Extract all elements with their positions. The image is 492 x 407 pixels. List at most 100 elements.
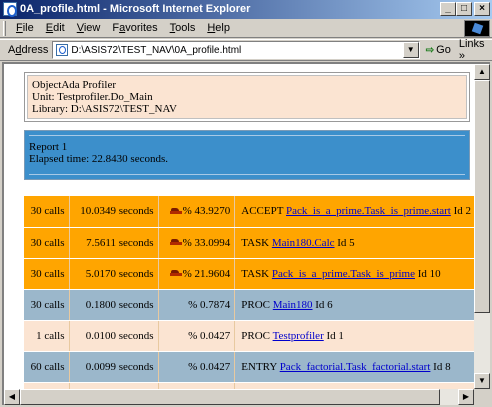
profile-table: 30 calls 10.0349 seconds% 43.9270 ACCEPT P… (24, 196, 474, 389)
elapsed-seconds: 7.5611 seconds (69, 227, 159, 259)
unit-name-cell: TASK Pack_is_a_prime.Task_is_prime Id 10 (234, 258, 474, 290)
title-bar: 0A_profile.html - Microsoft Internet Exp… (0, 0, 492, 19)
unit-kind: ACCEPT (241, 205, 287, 218)
unit-name-cell: TASK Main180.Calc Id 5 (234, 227, 474, 259)
percent-cell: % 21.9604 (158, 258, 236, 290)
car-icon (169, 270, 182, 277)
menu-file[interactable]: File (10, 22, 40, 34)
vertical-scrollbar[interactable]: ▲ ▼ (474, 64, 490, 389)
minimize-button[interactable]: _ (440, 2, 456, 16)
report-elapsed: Elapsed time: 22.8430 seconds. (29, 153, 169, 165)
unit-link[interactable]: Testprofiler (273, 330, 324, 342)
unit-link[interactable]: Main180 (273, 299, 313, 311)
call-count: 30 calls (24, 289, 70, 321)
address-value[interactable]: D:\ASIS72\TEST_NAV\0A_profile.html (71, 45, 241, 56)
percent-value: % 0.7874 (188, 298, 231, 311)
call-count: 30 calls (24, 227, 70, 259)
profile-row: 30 calls 10.0349 seconds% 43.9270 ACCEPT P… (24, 196, 474, 228)
menu-tools[interactable]: Tools (164, 22, 202, 34)
profile-row: 60 calls 0.0099 seconds% 0.0427 ENTRY Pack… (24, 351, 474, 383)
unit-id: Id 2 (450, 205, 471, 218)
percent-value: % 43.9270 (182, 205, 231, 218)
unit-name-cell: ACCEPT Pack_is_a_prime.Task_is_prime.sta… (234, 196, 474, 228)
browser-viewport: ObjectAda Profiler Unit: Testprofiler.Do… (2, 62, 490, 405)
percent-cell: % 0.0000 (158, 382, 236, 389)
scrollbar-corner (474, 389, 490, 405)
profiler-info-box: ObjectAda Profiler Unit: Testprofiler.Do… (24, 72, 470, 122)
horizontal-scroll-thumb[interactable] (20, 389, 440, 405)
unit-link[interactable]: Pack_is_a_prime.Task_is_prime (272, 268, 415, 280)
go-arrow-icon: ⇨ (425, 44, 435, 56)
percent-cell: % 33.0994 (158, 227, 236, 259)
elapsed-seconds: 10.0349 seconds (69, 196, 159, 228)
unit-kind: PROC (241, 329, 273, 342)
call-count: 30 calls (24, 258, 70, 290)
go-label: Go (436, 44, 451, 56)
unit-id: Id 1 (323, 329, 344, 342)
maximize-button[interactable]: □ (456, 2, 472, 16)
unit-link[interactable]: Main180.Calc (272, 237, 335, 249)
profile-row: 30 calls 7.5611 seconds% 33.0994 TASK Main… (24, 227, 474, 259)
profiler-library: Library: D:\ASIS72\TEST_NAV (32, 103, 177, 115)
profile-row: 1 calls 0.0100 seconds% 0.0427 PROC Testpr… (24, 320, 474, 352)
unit-kind: PROC (241, 298, 273, 311)
unit-link[interactable]: Pack_factorial.Task_factorial.start (280, 361, 431, 373)
address-label: Address (8, 44, 49, 56)
unit-link[interactable]: Pack_is_a_prime.Task_is_prime.start (286, 205, 451, 217)
call-count: 41 calls (24, 382, 70, 389)
unit-name-cell: PROC Testprofiler Id 1 (234, 320, 474, 352)
vertical-scroll-thumb[interactable] (474, 80, 490, 313)
unit-name-cell: ENTRY Pack_factorial.Task_factorial.star… (234, 351, 474, 383)
scroll-down-button[interactable]: ▼ (474, 373, 490, 389)
unit-id: Id 6 (312, 298, 333, 311)
car-icon (169, 208, 182, 215)
profiler-unit: Unit: Testprofiler.Do_Main (32, 91, 153, 103)
percent-cell: % 43.9270 (158, 196, 236, 228)
address-input[interactable]: D:\ASIS72\TEST_NAV\0A_profile.html ▼ (52, 41, 420, 59)
page-icon (56, 44, 69, 56)
unit-kind: TASK (241, 267, 272, 280)
unit-kind: ENTRY (241, 360, 280, 373)
menu-favorites[interactable]: Favorites (106, 22, 163, 34)
unit-name-cell: PROC Main180 Id 6 (234, 289, 474, 321)
go-button[interactable]: ⇨ Go (426, 44, 451, 56)
unit-id: Id 5 (334, 236, 355, 249)
report-summary-box: Report 1 Elapsed time: 22.8430 seconds. (24, 130, 470, 180)
menu-bar: File Edit View Favorites Tools Help (0, 19, 492, 38)
window-title: 0A_profile.html - Microsoft Internet Exp… (20, 3, 251, 15)
percent-value: % 0.0427 (188, 329, 231, 342)
elapsed-seconds: 0.0099 seconds (69, 351, 159, 383)
scroll-up-button[interactable]: ▲ (474, 64, 490, 80)
unit-name-cell: PROC Testprofiler.Proc1 Id 3 (234, 382, 474, 389)
menu-help[interactable]: Help (201, 22, 236, 34)
elapsed-seconds: 0.0100 seconds (69, 320, 159, 352)
links-button[interactable]: Links » (459, 38, 492, 62)
call-count: 1 calls (24, 320, 70, 352)
unit-kind: TASK (241, 236, 272, 249)
percent-cell: % 0.0427 (158, 320, 236, 352)
profile-row: 30 calls 5.0170 seconds% 21.9604 TASK Pack… (24, 258, 474, 290)
close-button[interactable]: × (474, 2, 490, 16)
profiler-title: ObjectAda Profiler (32, 79, 116, 91)
scroll-left-button[interactable]: ◀ (4, 389, 20, 405)
elapsed-seconds: 0.0000 seconds (69, 382, 159, 389)
percent-cell: % 0.7874 (158, 289, 236, 321)
toolbar-grip[interactable] (3, 20, 6, 36)
horizontal-scrollbar[interactable]: ◀ ▶ (4, 389, 474, 405)
elapsed-seconds: 0.1800 seconds (69, 289, 159, 321)
address-dropdown-button[interactable]: ▼ (402, 42, 419, 58)
elapsed-seconds: 5.0170 seconds (69, 258, 159, 290)
call-count: 30 calls (24, 196, 70, 228)
menu-view[interactable]: View (71, 22, 107, 34)
ie-logo-icon[interactable] (3, 2, 17, 17)
unit-id: Id 10 (415, 267, 441, 280)
menu-edit[interactable]: Edit (40, 22, 71, 34)
report-name: Report 1 (29, 141, 68, 153)
profile-row: 41 calls0.0000 seconds% 0.0000PROC Testp… (24, 382, 474, 389)
scroll-right-button[interactable]: ▶ (458, 389, 474, 405)
call-count: 60 calls (24, 351, 70, 383)
windows-logo-icon (464, 20, 490, 37)
car-icon (169, 239, 182, 246)
address-bar: Address D:\ASIS72\TEST_NAV\0A_profile.ht… (0, 38, 492, 62)
percent-value: % 21.9604 (182, 267, 231, 280)
